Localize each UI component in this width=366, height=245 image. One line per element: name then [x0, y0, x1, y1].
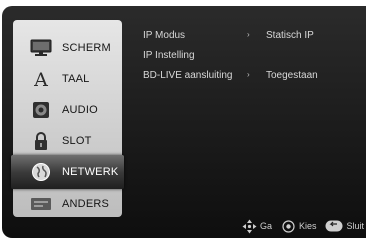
go-hint-label: Ga — [259, 221, 272, 231]
other-icon — [30, 194, 52, 214]
setup-screen: SCHERM A TAAL AUDIO SLOT NETWERK ANDERS … — [0, 0, 366, 245]
enter-button-icon — [281, 219, 296, 234]
category-sidebar: SCHERM A TAAL AUDIO SLOT NETWERK ANDERS — [11, 20, 124, 220]
return-button-icon — [325, 219, 343, 234]
sidebar-item-taal[interactable]: A TAAL — [13, 63, 122, 95]
sidebar-item-label: NETWERK — [62, 166, 119, 178]
sidebar-item-netwerk[interactable]: NETWERK — [11, 155, 124, 189]
svg-text:A: A — [33, 69, 48, 89]
sidebar-item-anders[interactable]: ANDERS — [13, 188, 122, 220]
speaker-icon — [30, 100, 52, 120]
sidebar-item-label: SLOT — [62, 135, 92, 147]
close-hint-label: Sluit — [346, 221, 364, 231]
setting-row-ip-setting[interactable]: IP Instelling — [143, 50, 363, 66]
footer-hints: Ga Kies Sluit — [242, 218, 364, 234]
lock-icon — [30, 131, 52, 151]
setting-label: BD-LIVE aansluiting — [143, 70, 233, 81]
setting-label: IP Modus — [143, 30, 186, 41]
network-globe-icon — [30, 162, 52, 182]
sidebar-item-label: AUDIO — [62, 104, 98, 116]
setting-label: IP Instelling — [143, 50, 195, 61]
language-icon: A — [30, 69, 52, 89]
sidebar-item-audio[interactable]: AUDIO — [13, 94, 122, 126]
setup-menu-panel: SCHERM A TAAL AUDIO SLOT NETWERK ANDERS … — [2, 6, 366, 238]
setting-value: Statisch IP — [266, 30, 314, 41]
chevron-right-icon: › — [247, 70, 250, 79]
sidebar-item-label: TAAL — [62, 73, 90, 85]
setting-value: Toegestaan — [266, 70, 318, 81]
sidebar-item-slot[interactable]: SLOT — [13, 125, 122, 157]
select-hint-label: Kies — [298, 221, 317, 231]
setting-row-bd-live[interactable]: BD-LIVE aansluiting › Toegestaan — [143, 70, 363, 86]
sidebar-item-scherm[interactable]: SCHERM — [13, 32, 122, 64]
chevron-right-icon: › — [247, 30, 250, 39]
navigation-arrows-icon — [242, 219, 257, 234]
sidebar-item-label: ANDERS — [62, 198, 110, 210]
sidebar-item-label: SCHERM — [62, 42, 111, 54]
monitor-icon — [30, 38, 52, 58]
setting-row-ip-mode[interactable]: IP Modus › Statisch IP — [143, 30, 363, 46]
